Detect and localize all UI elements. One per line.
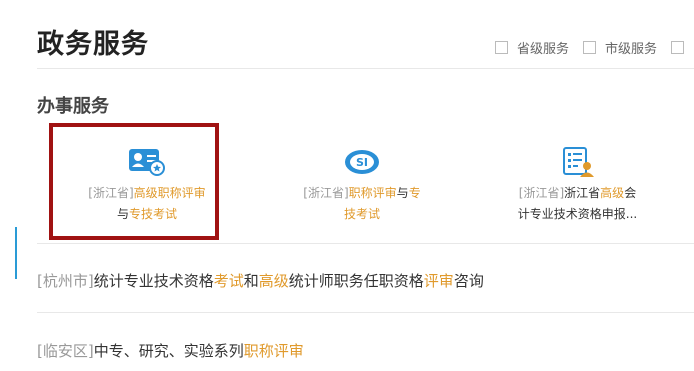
highlight-box xyxy=(49,123,219,240)
service-level-filters: 省级服务 市级服务 xyxy=(495,38,694,57)
service-name-highlight: 高级 xyxy=(600,186,625,200)
divider xyxy=(37,243,694,244)
qualification-form-icon xyxy=(505,145,650,178)
service-name-rest: 专 xyxy=(408,186,421,200)
news-region: [临安区] xyxy=(37,342,94,360)
news-text: 统计师职务任职资格 xyxy=(288,272,424,290)
news-item-hangzhou[interactable]: [杭州市]统计专业技术资格考试和高级统计师职务任职资格评审咨询 xyxy=(37,270,484,291)
news-highlight: 职称评审 xyxy=(243,342,304,360)
news-text: 统计专业技术资格 xyxy=(93,272,214,290)
social-security-icon: SI xyxy=(292,145,432,178)
left-accent-bar xyxy=(15,227,17,279)
divider xyxy=(37,68,694,69)
service-name-rest2: 技考试 xyxy=(343,207,380,221)
service-name-rest2: 计专业技术资格申报... xyxy=(517,207,638,221)
page-title: 政务服务 xyxy=(37,29,149,60)
next-checkbox[interactable] xyxy=(671,41,685,54)
svg-text:SI: SI xyxy=(356,156,368,169)
news-highlight: 高级 xyxy=(258,272,289,290)
news-item-linan[interactable]: [临安区]中专、研究、实验系列职称评审 xyxy=(37,340,304,361)
service-region: [浙江省] xyxy=(303,186,349,200)
divider xyxy=(37,312,694,313)
municipal-checkbox[interactable] xyxy=(583,41,597,54)
service-name: 职称评审 xyxy=(348,186,397,200)
news-text: 和 xyxy=(243,272,259,290)
news-text: 咨询 xyxy=(453,272,484,290)
news-highlight: 考试 xyxy=(213,272,244,290)
filter-municipal[interactable]: 市级服务 xyxy=(583,38,657,57)
filter-municipal-label: 市级服务 xyxy=(605,42,658,57)
filter-provincial[interactable]: 省级服务 xyxy=(495,38,569,57)
news-text: 中专、研究、实验系列 xyxy=(93,342,244,360)
news-highlight: 评审 xyxy=(423,272,454,290)
filter-provincial-label: 省级服务 xyxy=(517,42,570,57)
service-name-rest: 会 xyxy=(624,186,637,200)
provincial-checkbox[interactable] xyxy=(495,41,508,54)
news-region: [杭州市] xyxy=(37,272,94,290)
service-region: [浙江省] xyxy=(518,186,565,200)
filter-next[interactable] xyxy=(671,41,693,54)
service-name-connector: 与 xyxy=(396,186,409,200)
service-item-accounting-qualification[interactable]: [浙江省]浙江省高级会 计专业技术资格申报... xyxy=(505,145,650,225)
service-name: 浙江省 xyxy=(564,186,601,200)
service-item-title-review[interactable]: SI [浙江省]职称评审与专 技考试 xyxy=(292,145,432,225)
section-title: 办事服务 xyxy=(37,96,109,117)
